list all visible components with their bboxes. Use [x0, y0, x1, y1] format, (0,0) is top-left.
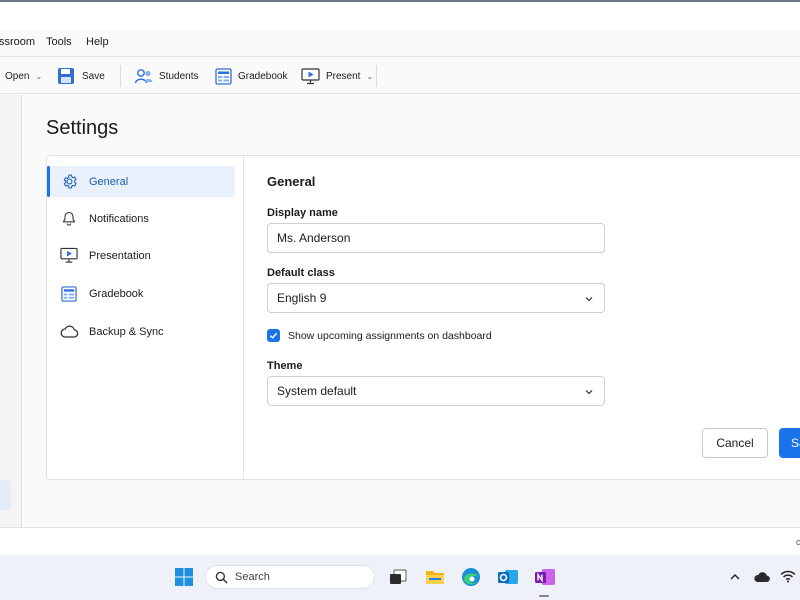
section-title: General [267, 174, 316, 189]
menu-classroom[interactable]: ssroom [0, 36, 35, 48]
nav-item-label: Backup & Sync [89, 325, 164, 338]
default-class-value: English 9 [277, 291, 327, 305]
checkmark-icon [269, 332, 278, 339]
default-class-label: Default class [267, 267, 335, 279]
display-name-input[interactable]: Ms. Anderson [267, 223, 605, 253]
outlook-icon[interactable] [497, 567, 518, 587]
page-title: Settings [46, 117, 119, 139]
bell-icon [58, 210, 80, 227]
toolbar-divider [376, 65, 377, 87]
theme-value: System default [277, 384, 357, 398]
nav-item-label: Presentation [89, 249, 151, 262]
gradebook-icon [215, 67, 232, 85]
general-settings-panel: General Display name Ms. Anderson Defaul… [267, 156, 800, 479]
theme-select[interactable]: System default [267, 376, 605, 406]
save-toolbar-button[interactable]: Save [57, 57, 105, 95]
search-icon [215, 571, 228, 584]
taskbar-search[interactable]: Search [205, 565, 375, 589]
cancel-label: Cancel [716, 436, 754, 450]
nav-item-gradebook[interactable]: Gradebook [50, 278, 235, 309]
gradebook-toolbar-label: Gradebook [238, 70, 288, 82]
chevron-down-icon: ⌄ [35, 71, 43, 81]
display-name-value: Ms. Anderson [277, 231, 351, 245]
theme-label: Theme [267, 360, 303, 372]
save-label: Sa [791, 436, 800, 450]
floppy-disk-icon [58, 68, 74, 84]
present-label: Present [326, 70, 361, 82]
display-name-label: Display name [267, 207, 338, 219]
students-label: Students [159, 70, 199, 82]
start-icon[interactable] [174, 567, 194, 587]
presentation-icon [58, 247, 80, 264]
active-app-indicator [539, 595, 549, 597]
presentation-icon [301, 67, 320, 84]
taskbar: Search [0, 555, 800, 600]
default-class-select[interactable]: English 9 [267, 283, 605, 313]
cancel-button[interactable]: Cancel [702, 428, 768, 458]
task-view-icon[interactable] [388, 567, 408, 587]
show-upcoming-checkbox-row[interactable]: Show upcoming assignments on dashboard [267, 329, 492, 342]
app-window: ssroom Tools Help Open ⌄ Save Students G… [0, 2, 800, 555]
chevron-down-icon: ⌄ [366, 71, 374, 81]
nav-item-label: General [89, 175, 129, 188]
title-bar [0, 2, 800, 30]
present-button[interactable]: Present ⌄ [301, 57, 373, 95]
onenote-icon[interactable] [534, 567, 555, 587]
nav-item-backup-sync[interactable]: Backup & Sync [50, 316, 235, 347]
chevron-down-icon [584, 293, 594, 307]
cloud-icon [58, 324, 80, 339]
menu-tools[interactable]: Tools [46, 36, 72, 48]
show-upcoming-checkbox[interactable] [267, 329, 280, 342]
status-text: c [796, 537, 800, 547]
save-toolbar-label: Save [82, 70, 105, 82]
sidebar-selected-item[interactable] [0, 480, 11, 510]
search-placeholder: Search [235, 571, 270, 583]
onedrive-icon[interactable] [753, 570, 773, 590]
open-button[interactable]: Open ⌄ [5, 57, 42, 95]
toolbar-divider [120, 65, 121, 87]
save-button[interactable]: Sa [779, 428, 800, 458]
students-icon [134, 69, 153, 84]
gear-icon [58, 173, 80, 190]
nav-item-presentation[interactable]: Presentation [50, 240, 235, 271]
open-label: Open [5, 70, 30, 82]
settings-card: General Notifications Presentation Grade… [46, 155, 800, 480]
edge-icon[interactable] [461, 567, 481, 587]
chevron-up-icon[interactable] [729, 570, 749, 590]
nav-item-general[interactable]: General [47, 166, 235, 197]
show-upcoming-label: Show upcoming assignments on dashboard [288, 329, 492, 342]
gradebook-icon [58, 285, 80, 302]
nav-item-label: Notifications [89, 212, 149, 225]
toolbar: Open ⌄ Save Students Gradebook Present ⌄ [0, 56, 800, 94]
settings-page: Settings General Notifications Presentat… [23, 95, 800, 527]
status-bar: c [0, 527, 800, 555]
menu-bar: ssroom Tools Help [0, 30, 800, 54]
menu-help[interactable]: Help [86, 36, 109, 48]
nav-item-label: Gradebook [89, 287, 144, 300]
nav-item-notifications[interactable]: Notifications [50, 203, 235, 234]
chevron-down-icon [584, 386, 594, 400]
students-button[interactable]: Students [134, 57, 198, 95]
left-sidebar [0, 95, 22, 527]
gradebook-toolbar-button[interactable]: Gradebook [215, 57, 287, 95]
settings-nav: General Notifications Presentation Grade… [47, 156, 244, 479]
wifi-icon[interactable] [780, 570, 800, 590]
file-explorer-icon[interactable] [425, 567, 445, 587]
